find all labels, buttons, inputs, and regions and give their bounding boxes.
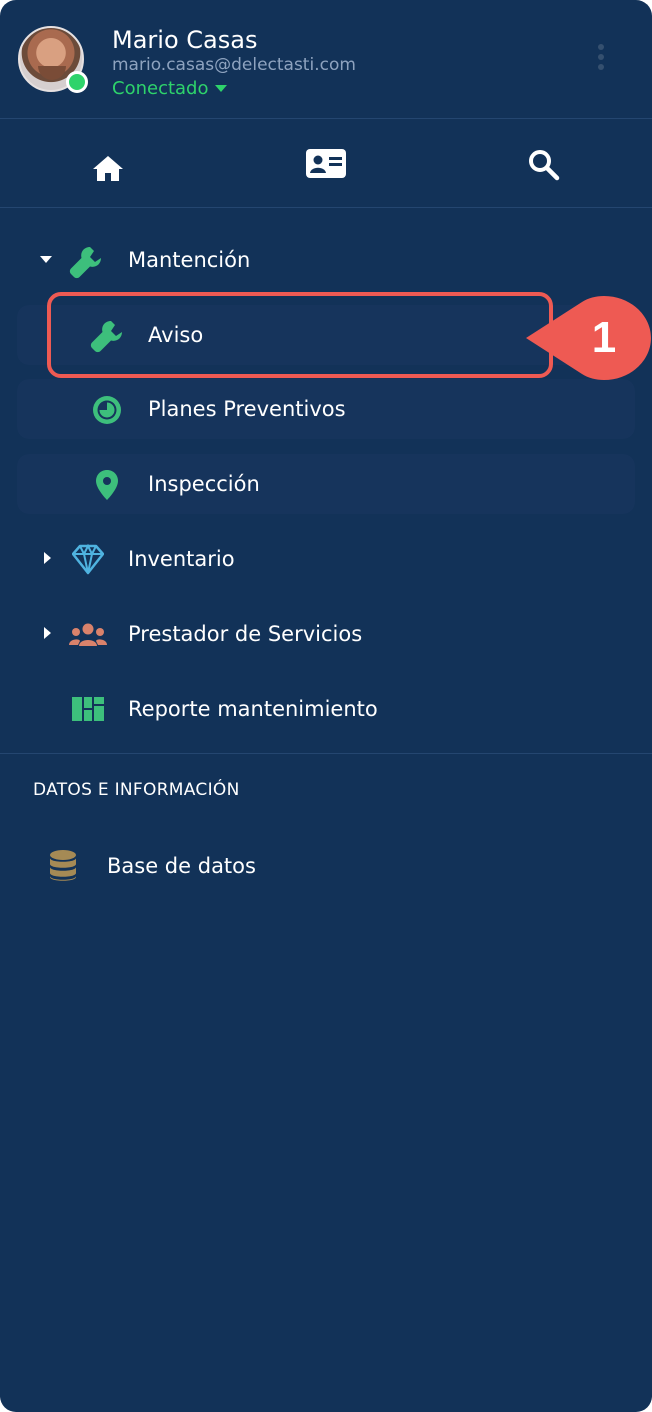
sidebar-panel: Mario Casas mario.casas@delectasti.com C… (0, 0, 652, 1412)
nav-label-inspeccion: Inspección (148, 472, 260, 496)
map-pin-icon (95, 469, 119, 505)
nav-item-reporte-mantenimiento[interactable]: Reporte mantenimiento (0, 679, 652, 739)
diamond-icon (71, 543, 105, 579)
user-email: mario.casas@delectasti.com (112, 55, 356, 75)
dashboard-icon (72, 697, 104, 725)
chevron-right-icon[interactable] (44, 627, 51, 639)
avatar-beard (38, 66, 66, 80)
wrench-icon (68, 244, 104, 284)
more-options-icon[interactable] (596, 44, 606, 74)
nav-item-inventario[interactable]: Inventario (0, 529, 652, 589)
annotation-number: 1 (591, 313, 617, 362)
online-status-dot (66, 71, 88, 93)
database-icon (49, 850, 77, 886)
nav-label-inventario: Inventario (128, 547, 235, 571)
status-dropdown[interactable]: Conectado (112, 78, 209, 100)
nav-item-inspeccion[interactable]: Inspección (0, 454, 652, 514)
chevron-down-icon[interactable] (40, 256, 52, 263)
nav-label-prestador-de-servicios: Prestador de Servicios (128, 622, 363, 646)
nav-item-prestador-de-servicios[interactable]: Prestador de Servicios (0, 604, 652, 664)
pie-clock-icon (91, 394, 123, 430)
nav-item-base-de-datos[interactable]: Base de datos (0, 836, 652, 896)
nav-label-base-de-datos: Base de datos (107, 854, 256, 878)
nav-label-mantencion: Mantención (128, 248, 251, 272)
home-icon[interactable] (88, 145, 128, 185)
users-icon (69, 622, 107, 652)
section-divider (0, 753, 652, 754)
profile-header: Mario Casas mario.casas@delectasti.com C… (0, 0, 652, 119)
chevron-right-icon[interactable] (44, 552, 51, 564)
nav-item-mantencion[interactable]: Mantención (0, 230, 652, 290)
quick-toolbar (0, 119, 652, 208)
chevron-down-icon[interactable] (215, 85, 227, 92)
user-name: Mario Casas (112, 26, 258, 54)
contact-card-icon[interactable] (305, 145, 347, 185)
annotation-highlight (47, 292, 553, 378)
nav-item-planes-preventivos[interactable]: Planes Preventivos (0, 379, 652, 439)
nav-label-planes-preventivos: Planes Preventivos (148, 397, 346, 421)
search-icon[interactable] (524, 145, 564, 185)
nav-label-reporte-mantenimiento: Reporte mantenimiento (128, 697, 378, 721)
section-title-datos: DATOS E INFORMACIÓN (33, 780, 240, 800)
